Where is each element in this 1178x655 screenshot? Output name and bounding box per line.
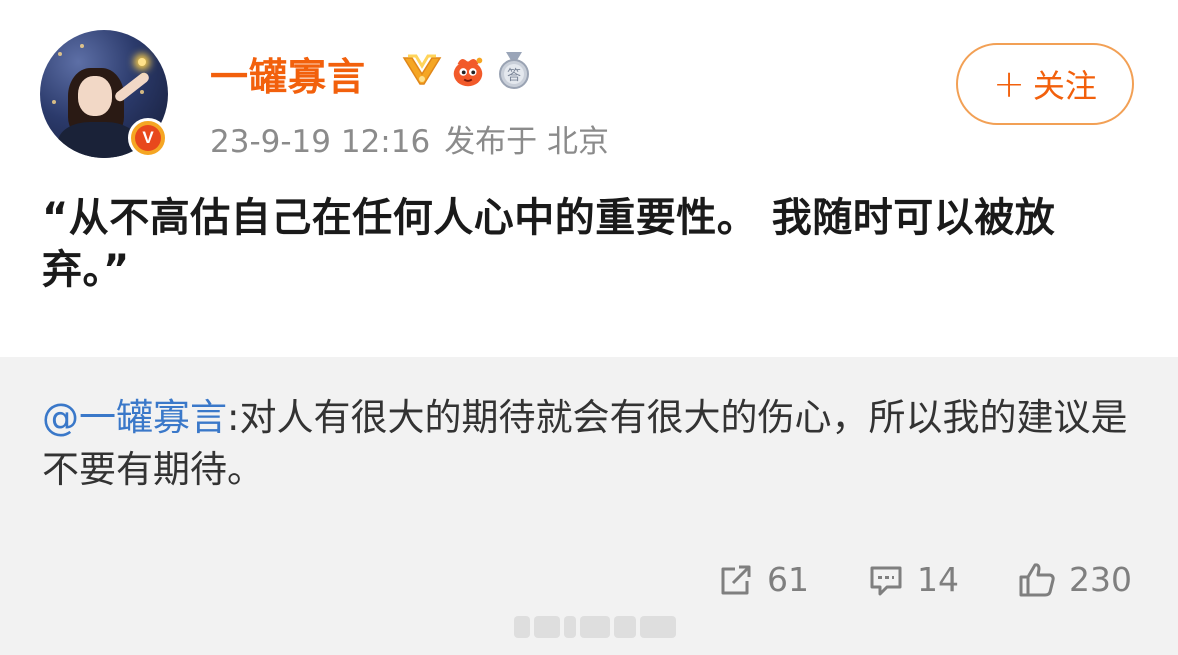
medal-icon[interactable]: 答 [494, 50, 534, 90]
user-badges: 答 [402, 50, 534, 90]
post-location: 发布于 北京 [444, 124, 610, 160]
watermark-mark [534, 616, 560, 638]
watermark-mark [640, 616, 676, 638]
like-button[interactable]: 230 [1017, 560, 1132, 599]
comment-count: 14 [917, 560, 959, 599]
share-button[interactable]: 61 [717, 560, 809, 599]
golden-v-icon[interactable] [402, 50, 442, 90]
verified-badge-letter: V [135, 125, 161, 151]
watermark-mark [514, 616, 530, 638]
action-bar: 61 14 230 [717, 560, 1132, 599]
verified-badge: V [128, 118, 168, 158]
sparkler-icon [138, 58, 146, 66]
mascot-icon[interactable] [448, 50, 488, 90]
avatar-figure-face [78, 76, 112, 116]
avatar-light [52, 100, 56, 104]
follow-button[interactable]: + 关注 [956, 43, 1134, 125]
share-icon [721, 565, 751, 594]
follow-label: 关注 [1032, 67, 1097, 105]
repost-content: @一罐寡言:对人有很大的期待就会有很大的伤心，所以我的建议是不要有期待。 [42, 392, 1132, 496]
avatar-light [140, 90, 144, 94]
share-count: 61 [767, 560, 809, 599]
post-meta: 23-9-19 12:16 发布于 北京 [210, 116, 609, 161]
svg-text:答: 答 [507, 67, 521, 84]
post-date: 23-9-19 12:16 [210, 124, 431, 160]
avatar-figure-body [58, 122, 138, 158]
avatar-light [80, 44, 84, 48]
post-text: “从不高估自己在任何人心中的重要性。 我随时可以被放弃。” [42, 195, 1056, 293]
repost-mention[interactable]: @一罐寡言 [42, 396, 227, 439]
plus-icon: + [993, 62, 1025, 106]
comment-icon [870, 566, 902, 595]
thumbs-up-icon [1019, 562, 1055, 596]
comment-button[interactable]: 14 [867, 560, 959, 599]
avatar-light [58, 52, 62, 56]
watermark-mark [614, 616, 636, 638]
watermark-mark [564, 616, 576, 638]
watermark-mark [580, 616, 610, 638]
watermark [500, 612, 690, 642]
like-count: 230 [1069, 560, 1132, 599]
user-name[interactable]: 一罐寡言 [210, 46, 366, 101]
post-card: V 一罐寡言 答 23-9-19 12:16 发布于 北京 + 关注 “从不高估… [0, 0, 1178, 655]
